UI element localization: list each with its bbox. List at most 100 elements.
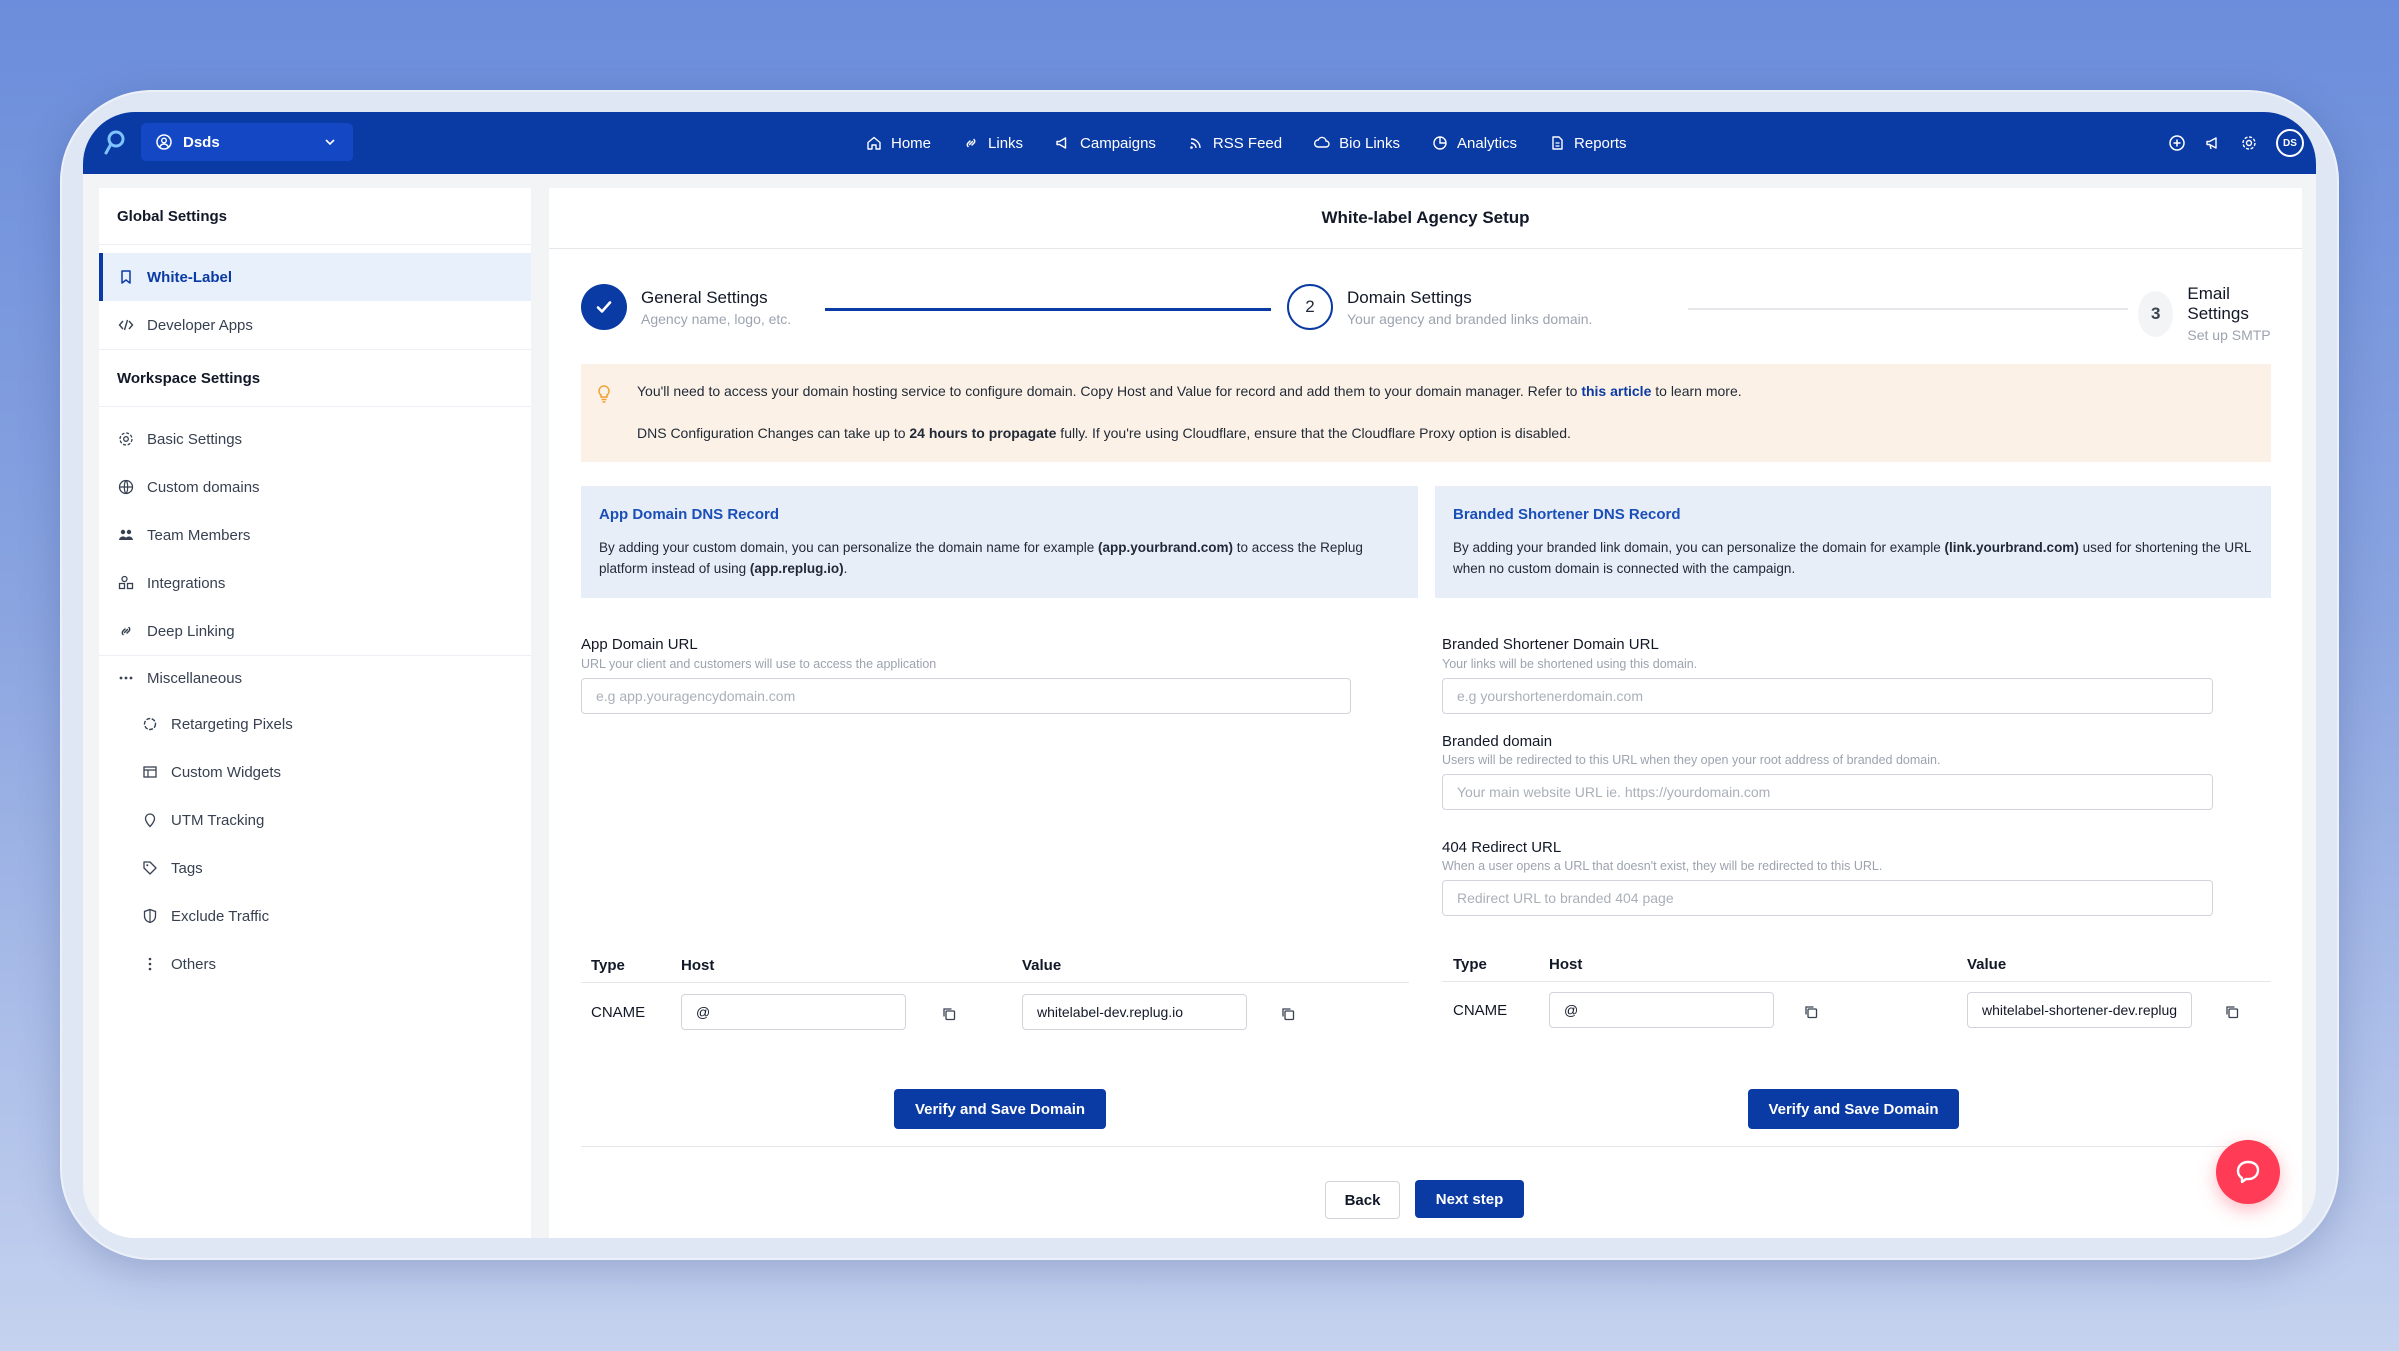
sidebar-item-white-label[interactable]: White-Label xyxy=(99,253,531,301)
this-article-link[interactable]: this article xyxy=(1581,383,1651,399)
avatar-initials: DS xyxy=(2283,137,2297,149)
verify-app-domain-button[interactable]: Verify and Save Domain xyxy=(894,1089,1106,1129)
sidebar-item-integrations[interactable]: Integrations xyxy=(99,559,531,607)
back-button[interactable]: Back xyxy=(1325,1181,1400,1219)
nav-reports[interactable]: Reports xyxy=(1548,134,1627,152)
shortener-domain-label: Branded Shortener Domain URL xyxy=(1442,636,1659,653)
integrations-icon xyxy=(118,575,134,590)
step-subtitle: Agency name, logo, etc. xyxy=(641,310,792,327)
nav-rss-feed[interactable]: RSS Feed xyxy=(1187,134,1282,152)
sidebar-item-exclude-traffic[interactable]: Exclude Traffic xyxy=(99,892,531,940)
global-settings-heading: Global Settings xyxy=(99,188,531,245)
globe-icon xyxy=(118,479,134,495)
app-record-host-field[interactable] xyxy=(681,994,906,1030)
sidebar-item-label: Retargeting Pixels xyxy=(171,715,293,733)
notice-text: fully. If you're using Cloudflare, ensur… xyxy=(1056,425,1571,441)
nav-bio-links[interactable]: Bio Links xyxy=(1313,134,1400,152)
analytics-icon xyxy=(1433,136,1447,150)
sidebar-item-miscellaneous[interactable]: Miscellaneous xyxy=(99,656,531,700)
copy-icon[interactable] xyxy=(2224,1004,2240,1020)
app-record-host-header: Host xyxy=(681,957,715,974)
step-general-settings[interactable]: General Settings Agency name, logo, etc. xyxy=(581,284,791,330)
step-done-indicator xyxy=(581,284,627,330)
announcement-icon[interactable] xyxy=(2204,134,2222,152)
sidebar-item-label: Integrations xyxy=(147,574,226,592)
app-record-type: CNAME xyxy=(591,1004,646,1021)
sidebar-item-label: Team Members xyxy=(147,526,251,544)
sidebar-item-others[interactable]: Others xyxy=(99,940,531,988)
step-email-settings[interactable]: 3 Email Settings Set up SMTP xyxy=(2138,284,2271,343)
app-domain-input[interactable] xyxy=(581,678,1351,714)
branded-domain-input[interactable] xyxy=(1442,774,2213,810)
notice-bold-text: 24 hours to propagate xyxy=(909,425,1057,441)
nav-home[interactable]: Home xyxy=(865,134,931,152)
nav-analytics-label: Analytics xyxy=(1457,134,1518,152)
more-horizontal-icon xyxy=(119,676,133,680)
shortener-record-value-field[interactable] xyxy=(1967,992,2192,1028)
notice-text: DNS Configuration Changes can take up to xyxy=(637,425,910,441)
nav-rss-label: RSS Feed xyxy=(1212,134,1283,152)
support-chat-button[interactable] xyxy=(2216,1140,2280,1204)
verify-shortener-domain-button[interactable]: Verify and Save Domain xyxy=(1748,1089,1959,1129)
add-circle-icon[interactable] xyxy=(2168,134,2186,152)
card-bold: (app.replug.io) xyxy=(749,561,844,576)
card-bold: (app.yourbrand.com) xyxy=(1098,540,1234,555)
table-divider xyxy=(1442,981,2271,982)
card-description: By adding your custom domain, you can pe… xyxy=(599,537,1400,579)
app-domain-label: App Domain URL xyxy=(581,636,698,653)
user-circle-icon xyxy=(156,134,172,150)
sidebar-item-custom-widgets[interactable]: Custom Widgets xyxy=(99,748,531,796)
table-divider xyxy=(581,982,1409,983)
cloud-link-icon xyxy=(1314,136,1330,148)
step-domain-settings[interactable]: 2 Domain Settings Your agency and brande… xyxy=(1287,284,1592,330)
sidebar-item-developer-apps[interactable]: Developer Apps xyxy=(99,301,531,349)
nav-campaigns[interactable]: Campaigns xyxy=(1054,134,1156,152)
nav-analytics[interactable]: Analytics xyxy=(1431,134,1517,152)
shortener-domain-help: Your links will be shortened using this … xyxy=(1442,657,1698,671)
nav-links[interactable]: Links xyxy=(962,134,1023,152)
app-domain-help: URL your client and customers will use t… xyxy=(581,657,937,671)
app-record-value-field[interactable] xyxy=(1022,994,1247,1030)
user-avatar[interactable]: DS xyxy=(2276,129,2304,157)
nav-campaigns-label: Campaigns xyxy=(1080,134,1156,152)
workspace-selector[interactable]: Dsds xyxy=(141,123,353,161)
next-step-button[interactable]: Next step xyxy=(1415,1180,1524,1218)
copy-icon[interactable] xyxy=(1280,1006,1296,1022)
app-record-type-header: Type xyxy=(591,957,625,974)
sidebar-item-label: White-Label xyxy=(147,268,232,286)
sidebar-item-retargeting-pixels[interactable]: Retargeting Pixels xyxy=(99,700,531,748)
copy-icon[interactable] xyxy=(941,1006,957,1022)
sidebar-item-label: Custom domains xyxy=(147,478,260,496)
users-icon xyxy=(119,529,133,540)
check-icon xyxy=(596,301,612,313)
sidebar-item-custom-domains[interactable]: Custom domains xyxy=(99,463,531,511)
top-navbar: Dsds Home Links Campaigns RSS Feed Bio L… xyxy=(83,112,2316,174)
branded-domain-help: Users will be redirected to this URL whe… xyxy=(1442,753,1941,767)
chat-icon xyxy=(2236,1160,2260,1184)
sidebar-item-tags[interactable]: Tags xyxy=(99,844,531,892)
sidebar-item-basic-settings[interactable]: Basic Settings xyxy=(99,415,531,463)
redirect-404-label: 404 Redirect URL xyxy=(1442,839,1562,856)
replug-logo-icon[interactable] xyxy=(99,128,129,158)
redirect-404-input[interactable] xyxy=(1442,880,2213,916)
app-domain-dns-card: App Domain DNS Record By adding your cus… xyxy=(581,486,1418,598)
nav-bio-links-label: Bio Links xyxy=(1339,134,1400,152)
sidebar-item-utm-tracking[interactable]: UTM Tracking xyxy=(99,796,531,844)
card-description: By adding your branded link domain, you … xyxy=(1453,537,2253,579)
nav-home-label: Home xyxy=(891,134,932,152)
tag-icon xyxy=(143,861,157,875)
lightbulb-icon xyxy=(598,385,610,403)
link-icon xyxy=(121,626,131,636)
notice-text: You'll need to access your domain hostin… xyxy=(637,383,1582,399)
sidebar-item-team-members[interactable]: Team Members xyxy=(99,511,531,559)
copy-icon[interactable] xyxy=(1803,1004,1819,1020)
shortener-domain-input[interactable] xyxy=(1442,678,2213,714)
app-record-value-header: Value xyxy=(1022,957,1062,974)
step-number: 3 xyxy=(2150,303,2161,323)
shortener-record-host-field[interactable] xyxy=(1549,992,1774,1028)
sidebar-item-deep-linking[interactable]: Deep Linking xyxy=(99,607,531,655)
gear-icon[interactable] xyxy=(2240,134,2258,152)
sidebar-item-label: Others xyxy=(171,955,217,973)
rss-icon xyxy=(1190,138,1201,149)
